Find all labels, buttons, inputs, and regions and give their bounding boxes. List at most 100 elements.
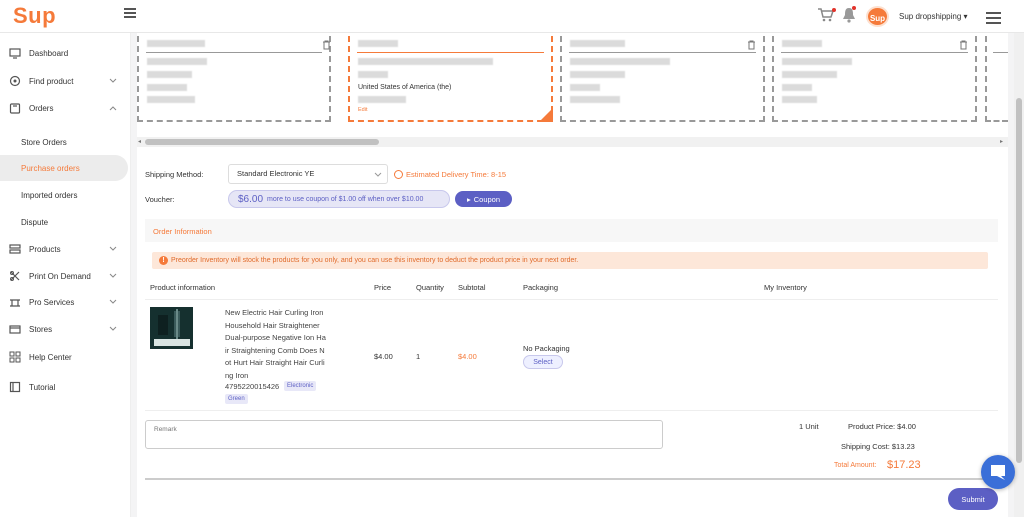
product-price: $4.00 <box>374 352 393 361</box>
tutorial-icon <box>9 381 21 393</box>
sidebar-item-pro-services[interactable]: Pro Services <box>0 292 128 312</box>
packaging-value: No Packaging <box>523 344 570 353</box>
shipping-cost: Shipping Cost: $13.23 <box>841 442 915 451</box>
voucher-info: $6.00 more to use coupon of $1.00 off wh… <box>228 190 450 208</box>
edit-address-link[interactable]: Edit <box>358 107 367 113</box>
address-card[interactable] <box>137 36 331 122</box>
hamburger-icon[interactable] <box>986 12 1001 27</box>
monitor-icon <box>9 48 21 59</box>
column-header: Quantity <box>416 283 444 292</box>
product-tag: Green <box>225 394 248 404</box>
voucher-text: more to use coupon of $1.00 off when ove… <box>267 195 424 203</box>
username: Sup dropshipping <box>899 12 962 21</box>
print-icon <box>10 271 20 281</box>
divider <box>145 478 998 480</box>
column-header: My Inventory <box>764 283 807 292</box>
chat-button[interactable] <box>981 455 1015 489</box>
chevron-down-icon <box>374 172 382 177</box>
voucher-label: Voucher: <box>145 195 175 204</box>
product-sku: 4795220015426 <box>225 382 280 391</box>
sidebar-item-dashboard[interactable]: Dashboard <box>0 43 128 63</box>
chevron-down-icon <box>109 246 117 251</box>
vertical-scrollbar[interactable] <box>1014 33 1024 517</box>
sidebar-subitem-dispute[interactable]: Dispute <box>0 209 128 235</box>
column-header: Product information <box>150 283 216 292</box>
trash-icon[interactable] <box>322 40 331 50</box>
packaging-select-button[interactable]: Select <box>523 355 563 369</box>
divider <box>145 410 998 411</box>
column-header: Subtotal <box>458 283 486 292</box>
address-card-selected[interactable]: United States of America (the) Edit <box>348 36 553 122</box>
sidebar-item-label: Help Center <box>29 352 72 362</box>
chevron-down-icon <box>109 78 117 83</box>
product-title[interactable]: New Electric Hair Curling Iron Household… <box>225 307 327 382</box>
remark-input[interactable] <box>145 420 663 449</box>
total-amount-label: Total Amount: <box>834 462 877 469</box>
shipping-method-select[interactable]: Standard Electronic YE <box>228 164 388 184</box>
warning-icon: ! <box>159 256 168 265</box>
search-icon <box>9 75 21 87</box>
sidebar-subitem-label: Store Orders <box>21 137 67 147</box>
total-amount-value: $17.23 <box>887 459 921 471</box>
sidebar-item-find-product[interactable]: Find product <box>0 71 128 91</box>
product-quantity: 1 <box>416 352 421 361</box>
address-card[interactable] <box>772 36 977 122</box>
coupon-button-label: Coupon <box>473 194 501 204</box>
sidebar-subitem-imported-orders[interactable]: Imported orders <box>0 182 128 208</box>
orders-icon <box>9 103 21 114</box>
divider <box>145 299 998 300</box>
bell-badge <box>852 6 856 10</box>
sidebar-subitem-label: Imported orders <box>21 190 78 200</box>
sidebar-item-label: Products <box>29 244 61 254</box>
sidebar-item-print-on-demand[interactable]: Print On Demand <box>0 266 128 286</box>
submit-button[interactable]: Submit <box>948 488 998 510</box>
sidebar-item-label: Find product <box>29 76 74 86</box>
avatar[interactable]: Sup <box>866 6 889 27</box>
horizontal-scrollbar[interactable]: ◂ ▸ <box>137 137 1008 147</box>
order-information-header: Order Information <box>145 219 998 242</box>
column-header: Price <box>374 283 392 292</box>
user-menu[interactable]: Sup dropshipping ▾ <box>899 12 968 21</box>
estimated-delivery-text: Estimated Delivery Time: 8-15 <box>406 170 507 179</box>
sidebar-item-stores[interactable]: Stores <box>0 319 128 339</box>
estimated-delivery: Estimated Delivery Time: 8-15 <box>394 170 506 179</box>
shipping-method-label: Shipping Method: <box>145 170 204 179</box>
sidebar-subitem-label: Dispute <box>21 217 49 227</box>
sidebar-subitem-store-orders[interactable]: Store Orders <box>0 129 128 155</box>
sidebar-item-label: Dashboard <box>29 48 69 58</box>
column-header: Packaging <box>523 283 559 292</box>
trash-icon[interactable] <box>747 40 756 50</box>
sidebar-item-help-center[interactable]: Help Center <box>0 347 128 367</box>
chevron-down-icon <box>109 326 117 331</box>
chat-icon <box>991 465 1005 480</box>
shipping-method-value: Standard Electronic YE <box>237 169 315 178</box>
sidebar-item-tutorial[interactable]: Tutorial <box>0 377 128 397</box>
sidebar-item-label: Orders <box>29 103 54 113</box>
sidebar-item-orders[interactable]: Orders <box>0 98 128 118</box>
chevron-up-icon <box>109 106 117 111</box>
coupon-button[interactable]: ▸ Coupon <box>455 191 512 207</box>
sidebar-item-products[interactable]: Products <box>0 239 128 259</box>
trash-icon[interactable] <box>959 40 968 50</box>
product-subtotal: $4.00 <box>458 352 477 361</box>
product-image[interactable] <box>150 307 193 349</box>
preorder-notice: ! Preorder Inventory will stock the prod… <box>152 252 988 269</box>
sidebar-subitem-label: Purchase orders <box>21 163 80 173</box>
play-icon: ▸ <box>466 194 471 204</box>
product-price-total: Product Price: $4.00 <box>848 422 916 431</box>
services-icon <box>10 299 20 307</box>
section-title: Order Information <box>153 227 212 236</box>
address-card[interactable] <box>560 36 765 122</box>
voucher-amount: $6.00 <box>238 193 264 205</box>
notice-text: Preorder Inventory will stock the produc… <box>171 257 579 264</box>
product-tag: Electronic <box>284 381 317 391</box>
products-icon <box>9 244 21 254</box>
sidebar-item-label: Stores <box>29 324 53 334</box>
store-icon <box>9 325 21 334</box>
address-country: United States of America (the) <box>358 84 452 91</box>
sidebar-subitem-purchase-orders[interactable]: Purchase orders <box>0 155 128 181</box>
address-card[interactable] <box>985 36 1008 122</box>
menu-toggle-icon[interactable] <box>124 8 136 18</box>
logo[interactable]: Sup <box>13 3 56 29</box>
chevron-down-icon <box>109 299 117 304</box>
